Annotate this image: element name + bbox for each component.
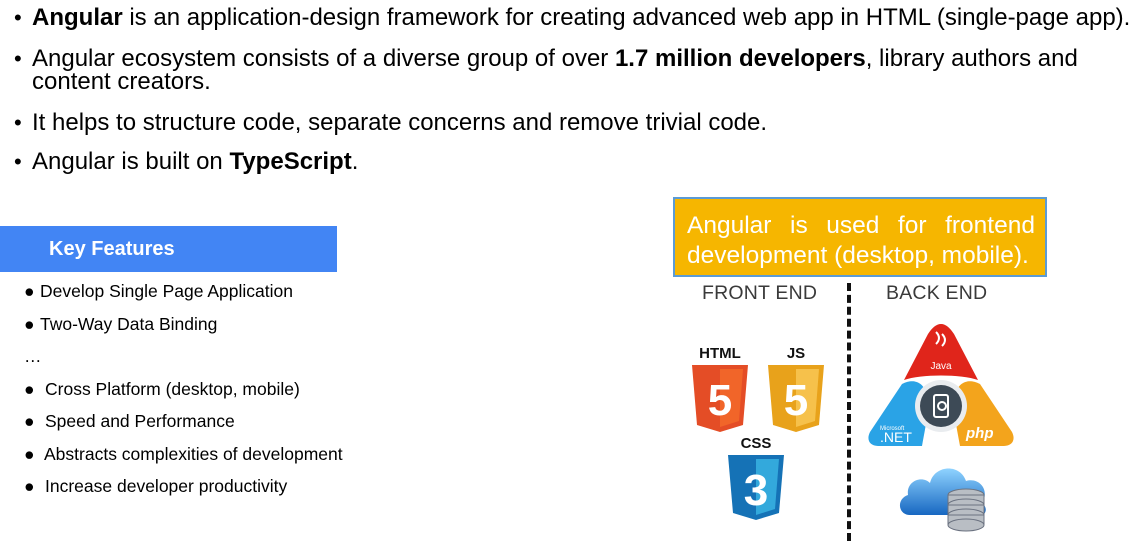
- bullet-text: It helps to structure code, separate con…: [32, 109, 768, 136]
- feature-dot: ●: [24, 476, 35, 496]
- bullet-ecosystem: • Angular ecosystem consists of a divers…: [14, 45, 1138, 94]
- svg-text:5: 5: [708, 376, 732, 425]
- bullet-bold: TypeScript: [229, 148, 352, 175]
- intro-bullets: • Angular is an application-design frame…: [14, 6, 1138, 189]
- bullet-text-pre: Angular is built on: [32, 148, 230, 175]
- java-label: Java: [930, 361, 952, 372]
- net-label: .NET: [880, 429, 912, 445]
- feature-label: Abstracts complexities of development: [44, 443, 343, 464]
- feature-label: Cross Platform (desktop, mobile): [45, 378, 300, 399]
- html5-icon: HTML 5: [688, 343, 752, 440]
- html5-label: HTML: [699, 345, 741, 362]
- feature-item: ● Increase developer productivity: [24, 475, 343, 508]
- front-back-divider: [847, 283, 851, 541]
- cloud-database-icon: [896, 453, 992, 538]
- key-features-list: ● Develop Single Page Application ● Two-Wa…: [24, 280, 343, 508]
- feature-item: ● Abstracts complexities of development: [24, 443, 343, 476]
- css3-label: CSS: [741, 435, 772, 452]
- key-features-header: Key Features: [0, 226, 337, 272]
- front-end-label: FRONT END: [702, 282, 818, 304]
- feature-dot: ●: [24, 281, 35, 301]
- css3-icon: CSS 3: [725, 433, 787, 530]
- bullet-text: is an application-design framework for c…: [122, 4, 1131, 31]
- feature-ellipsis: …: [24, 345, 343, 378]
- bullet-angular-definition: • Angular is an application-design frame…: [14, 4, 1138, 31]
- feature-item: ● Develop Single Page Application: [24, 280, 343, 313]
- javascript-icon: JS 5: [765, 343, 827, 440]
- bullet-structure: • It helps to structure code, separate c…: [14, 109, 1138, 136]
- feature-label: Increase developer productivity: [45, 476, 288, 496]
- feature-label: Two-Way Data Binding: [40, 313, 218, 334]
- feature-dot: ●: [24, 378, 35, 399]
- feature-item: ● Speed and Performance: [24, 410, 343, 443]
- feature-label: …: [24, 346, 42, 366]
- feature-label: Develop Single Page Application: [40, 281, 293, 301]
- feature-item: ● Cross Platform (desktop, mobile): [24, 378, 343, 411]
- php-label: php: [965, 425, 994, 442]
- feature-dot: ●: [24, 411, 35, 431]
- bullet-dot: •: [14, 149, 22, 174]
- bullet-bold: 1.7 million developers: [614, 45, 866, 72]
- frontend-callout: Angular is used for frontend development…: [673, 197, 1047, 277]
- feature-label: Speed and Performance: [45, 411, 235, 431]
- bullet-dot: •: [14, 46, 22, 71]
- bullet-typescript: • Angular is built on TypeScript.: [14, 148, 1138, 175]
- svg-text:5: 5: [784, 376, 808, 425]
- svg-text:3: 3: [744, 466, 768, 515]
- javascript-label: JS: [787, 345, 805, 362]
- feature-dot: ●: [24, 313, 35, 334]
- backend-tech-triangle-icon: Java Microsoft .NET php: [866, 322, 1016, 459]
- back-end-label: BACK END: [886, 282, 988, 304]
- bullet-dot: •: [14, 5, 22, 30]
- feature-dot: ●: [24, 443, 35, 464]
- bullet-text-post: .: [351, 148, 359, 175]
- bullet-bold-lead: Angular: [32, 4, 123, 31]
- bullet-dot: •: [14, 110, 22, 135]
- feature-item: ● Two-Way Data Binding: [24, 313, 343, 346]
